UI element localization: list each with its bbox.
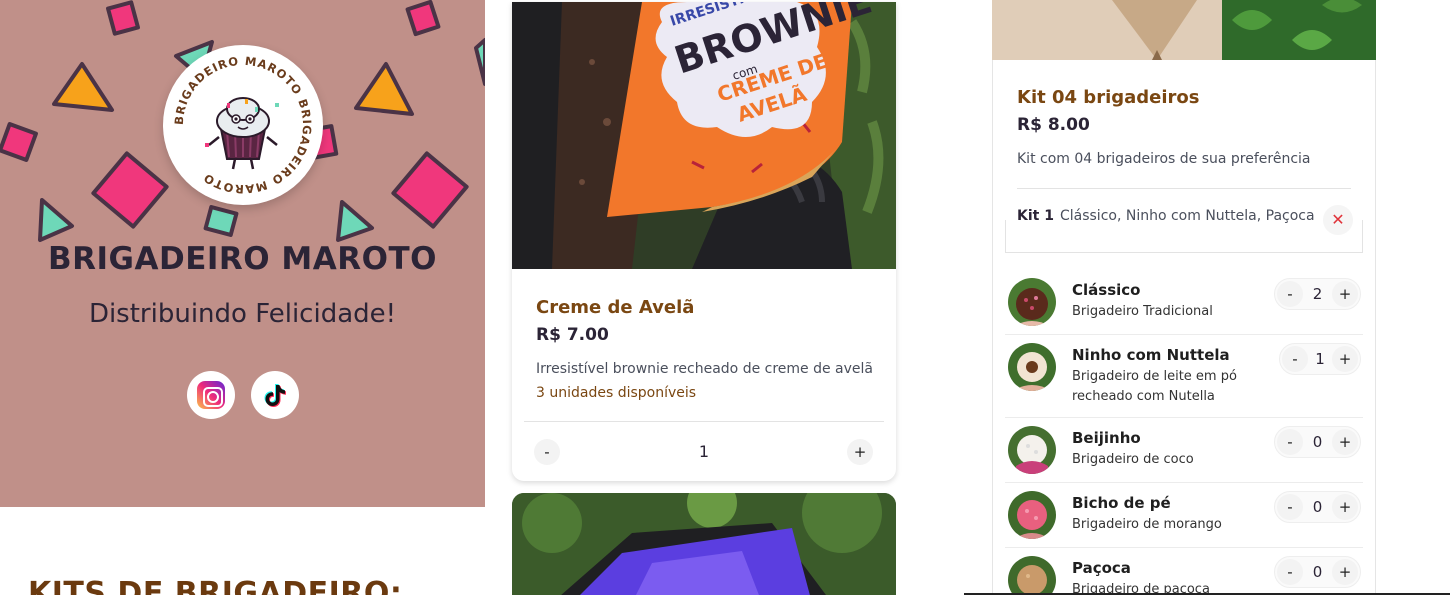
quantity-stepper: - 0 + [1274, 556, 1361, 588]
divider [1017, 188, 1351, 189]
kit-panel: Kit 04 brigadeiros R$ 8.00 Kit com 04 br… [964, 0, 1450, 595]
close-icon: ✕ [1331, 210, 1345, 229]
divider [1005, 417, 1363, 418]
flavor-name: Beijinho [1072, 429, 1141, 447]
kit-description: Kit com 04 brigadeiros de sua preferênci… [1017, 151, 1311, 167]
divider [1005, 220, 1006, 253]
instagram-icon [197, 381, 225, 409]
brigadeiro-ninho-image [1008, 343, 1056, 391]
product-description: Irresistível brownie recheado de creme d… [536, 361, 874, 377]
increase-quantity-button[interactable]: + [1332, 281, 1358, 307]
remove-kit-button[interactable]: ✕ [1323, 205, 1353, 235]
quantity-stepper: - 0 + [1274, 426, 1361, 458]
increase-quantity-button[interactable]: + [1332, 429, 1358, 455]
kit-price: R$ 8.00 [1017, 115, 1090, 135]
decrease-quantity-button[interactable]: - [1277, 494, 1303, 520]
kit-image [992, 0, 1376, 60]
divider [1362, 220, 1363, 253]
decrease-quantity-button[interactable]: - [1277, 559, 1303, 585]
kit-box-image [992, 0, 1376, 60]
brownie-package-image: IRRESISTÍVEL BROWNIE com CREME DE AVELÃ [512, 2, 896, 269]
kit-card: Kit 04 brigadeiros R$ 8.00 Kit com 04 br… [992, 60, 1376, 595]
flavor-quantity: 0 [1312, 563, 1323, 581]
flavor-name: Ninho com Nuttela [1072, 346, 1230, 364]
flavor-description: Brigadeiro de morango [1072, 517, 1222, 532]
quantity-stepper: - 0 + [1274, 491, 1361, 523]
increase-quantity-button[interactable]: + [1332, 559, 1358, 585]
increase-quantity-button[interactable]: + [1332, 494, 1358, 520]
flavor-quantity: 0 [1312, 433, 1323, 451]
kit-selection-summary: Kit 1 Clássico, Ninho com Nuttela, Paçoca [1017, 208, 1315, 224]
next-product-image [512, 493, 896, 595]
flavor-description: Brigadeiro Tradicional [1072, 304, 1213, 319]
kit-title: Kit 04 brigadeiros [1017, 87, 1200, 108]
brigadeiro-classico-image [1008, 278, 1056, 326]
brand-hero: BRIGADEIRO MAROTO BRIGADEIRO MAROTO BRIG… [0, 0, 485, 507]
flavor-name: Clássico [1072, 281, 1141, 299]
decrease-quantity-button[interactable]: - [1282, 346, 1308, 372]
brand-tagline: Distribuindo Felicidade! [88, 299, 397, 329]
brigadeiro-beijinho-image [1008, 426, 1056, 474]
flavor-quantity: 0 [1312, 498, 1323, 516]
decrease-quantity-button[interactable]: - [534, 439, 560, 465]
increase-quantity-button[interactable]: + [1332, 346, 1358, 372]
flavor-name: Bicho de pé [1072, 494, 1171, 512]
brand-title: BRIGADEIRO MAROTO [48, 241, 437, 277]
flavor-description: Brigadeiro de paçoca coberto [1072, 582, 1210, 595]
flavor-quantity: 1 [1315, 350, 1325, 368]
flavor-description: Brigadeiro de coco [1072, 452, 1194, 467]
flavor-description: Brigadeiro de leite em pó recheado com N… [1072, 369, 1237, 404]
kit-selection-label: Kit 1 [1017, 208, 1054, 224]
brigadeiro-pacoca-image [1008, 556, 1056, 593]
brand-logo: BRIGADEIRO MAROTO BRIGADEIRO MAROTO [163, 45, 323, 205]
product-stock: 3 unidades disponíveis [536, 385, 697, 401]
kit-selection-items: Clássico, Ninho com Nuttela, Paçoca [1059, 208, 1315, 224]
product-price: R$ 7.00 [536, 325, 609, 345]
brigadeiro-bicho-de-pe-image [1008, 491, 1056, 539]
product-card-next [512, 493, 896, 595]
increase-quantity-button[interactable]: + [847, 439, 873, 465]
divider [1005, 252, 1363, 253]
kits-section-heading: KITS DE BRIGADEIRO: [28, 576, 403, 595]
decrease-quantity-button[interactable]: - [1277, 429, 1303, 455]
product-quantity: 1 [698, 442, 710, 461]
product-name: Creme de Avelã [536, 297, 695, 318]
product-image: IRRESISTÍVEL BROWNIE com CREME DE AVELÃ [512, 2, 896, 269]
product-card: IRRESISTÍVEL BROWNIE com CREME DE AVELÃ … [512, 2, 896, 481]
tiktok-link[interactable] [251, 371, 299, 419]
flavor-name: Paçoca [1072, 559, 1131, 577]
cupcake-mascot-icon: BRIGADEIRO MAROTO BRIGADEIRO MAROTO [172, 54, 313, 196]
tiktok-icon [264, 384, 286, 407]
divider [1005, 547, 1363, 548]
divider [1005, 482, 1363, 483]
decrease-quantity-button[interactable]: - [1277, 281, 1303, 307]
divider [1005, 334, 1363, 335]
quantity-stepper: - 1 + [1279, 343, 1361, 375]
flavor-quantity: 2 [1312, 285, 1323, 303]
quantity-stepper: - 2 + [1274, 278, 1361, 310]
divider [524, 421, 884, 422]
instagram-link[interactable] [187, 371, 235, 419]
